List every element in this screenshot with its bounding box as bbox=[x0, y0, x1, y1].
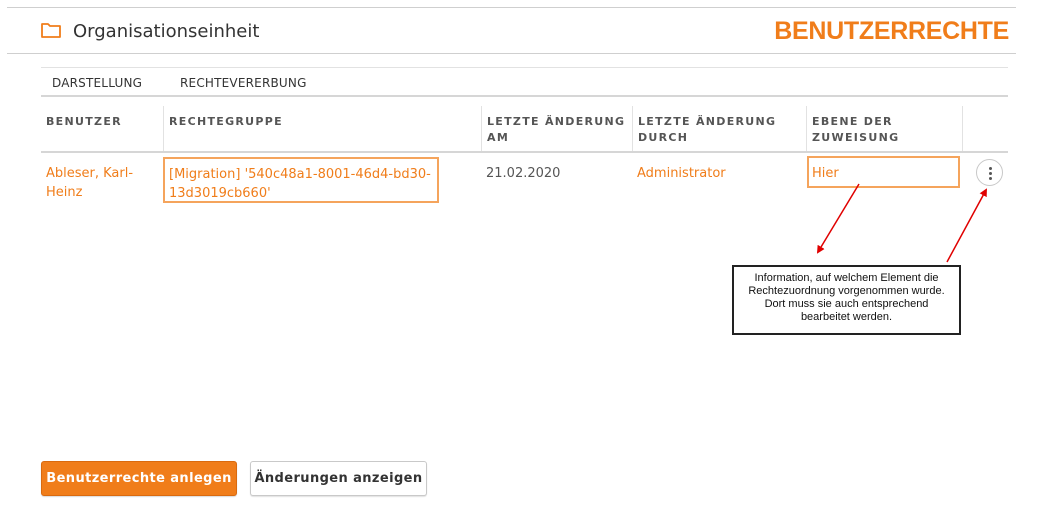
annotation-callout: Information, auf welchem Element die Rec… bbox=[732, 265, 961, 335]
rights-group-link[interactable]: [Migration] '540c48a1-8001-46d4-bd30-13d… bbox=[163, 157, 439, 203]
user-link[interactable]: Ableser, Karl-Heinz bbox=[46, 164, 156, 202]
page-title: BENUTZERRECHTE bbox=[774, 17, 1009, 45]
more-vertical-icon[interactable] bbox=[976, 159, 1003, 186]
show-changes-button[interactable]: Änderungen anzeigen bbox=[250, 461, 427, 496]
org-unit-title: Organisationseinheit bbox=[73, 21, 260, 42]
column-header-rechtegruppe[interactable]: RECHTEGRUPPE bbox=[163, 106, 481, 151]
create-user-rights-button[interactable]: Benutzerrechte anlegen bbox=[41, 461, 237, 496]
column-header-ebene-der-zuweisung[interactable]: EBENE DER ZUWEISUNG bbox=[806, 106, 962, 151]
table-header: BENUTZER RECHTEGRUPPE LETZTE ÄNDERUNG AM … bbox=[41, 106, 1008, 153]
last-changed-by-link[interactable]: Administrator bbox=[637, 164, 726, 183]
tab-bar: DARSTELLUNG RECHTEVERERBUNG bbox=[41, 67, 1008, 97]
column-header-letzte-aenderung-am[interactable]: LETZTE ÄNDERUNG AM bbox=[481, 106, 632, 151]
tab-darstellung[interactable]: DARSTELLUNG bbox=[52, 76, 142, 90]
column-header-letzte-aenderung-durch[interactable]: LETZTE ÄNDERUNG DURCH bbox=[632, 106, 806, 151]
top-divider bbox=[7, 7, 1016, 8]
table-row[interactable]: Ableser, Karl-Heinz [Migration] '540c48a… bbox=[41, 155, 1008, 215]
last-changed-date: 21.02.2020 bbox=[486, 166, 561, 181]
tab-rechtevererbung[interactable]: RECHTEVERERBUNG bbox=[180, 76, 307, 90]
column-header-benutzer[interactable]: BENUTZER bbox=[41, 106, 163, 151]
header-divider bbox=[7, 53, 1016, 54]
column-header-actions bbox=[962, 106, 1008, 151]
folder-icon bbox=[41, 23, 61, 38]
assignment-level-link[interactable]: Hier bbox=[807, 156, 960, 188]
